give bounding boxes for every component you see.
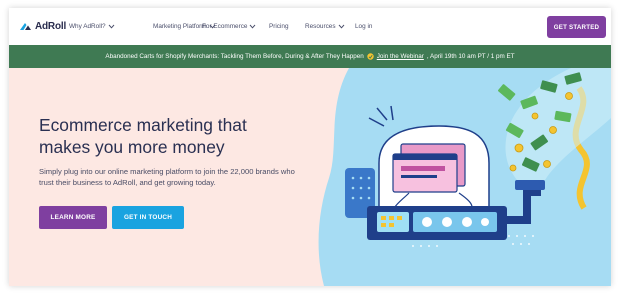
- nav-item-label: Log in: [355, 23, 373, 30]
- join-webinar-link[interactable]: Join the Webinar: [377, 53, 424, 60]
- browser-bar: [393, 154, 457, 160]
- nav-item-label: Why AdRoll?: [69, 23, 106, 30]
- hero-subtext: Simply plug into our online marketing pl…: [39, 167, 295, 187]
- nav-item-pricing[interactable]: Pricing: [269, 23, 289, 30]
- nav-item-resources[interactable]: Resources: [305, 23, 345, 30]
- pipe-cap: [515, 180, 545, 190]
- learn-more-button[interactable]: LEARN MORE: [39, 206, 107, 229]
- hero-headline: Ecommerce marketing that makes you more …: [39, 115, 247, 157]
- top-navigation: AdRoll Why AdRoll? Marketing Platform Fo…: [9, 8, 611, 45]
- nav-item-label: Pricing: [269, 23, 289, 30]
- adroll-logo[interactable]: AdRoll: [19, 21, 66, 32]
- nav-item-label: For Ecommerce: [202, 23, 248, 30]
- adroll-logo-icon: [20, 23, 31, 30]
- nav-item-log-in[interactable]: Log in: [355, 23, 372, 30]
- get-in-touch-button[interactable]: GET IN TOUCH: [112, 206, 184, 229]
- chevron-down-icon: [338, 24, 344, 29]
- nav-item-why-adroll[interactable]: Why AdRoll?: [69, 23, 115, 30]
- machine-panel: [377, 212, 409, 232]
- logo-text: AdRoll: [35, 21, 67, 32]
- nav-item-for-ecommerce[interactable]: For Ecommerce: [202, 23, 256, 30]
- announcement-banner: Abandoned Carts for Shopify Merchants: T…: [9, 45, 611, 68]
- chevron-down-icon: [250, 24, 256, 29]
- browser-content-line: [401, 175, 437, 178]
- marketing-machine-illustration: [318, 68, 611, 286]
- nav-item-label: Resources: [305, 23, 336, 30]
- banner-text: Abandoned Carts for Shopify Merchants: T…: [105, 53, 364, 60]
- browser-content-line: [401, 166, 445, 171]
- pointer-icon: [367, 53, 374, 60]
- banner-date-text: , April 19th 10 am PT / 1 pm ET: [426, 53, 515, 60]
- chevron-down-icon: [108, 24, 114, 29]
- nav-item-label: Marketing Platform: [153, 23, 207, 30]
- page-frame: AdRoll Why AdRoll? Marketing Platform Fo…: [9, 8, 611, 286]
- get-started-button[interactable]: GET STARTED: [547, 16, 606, 38]
